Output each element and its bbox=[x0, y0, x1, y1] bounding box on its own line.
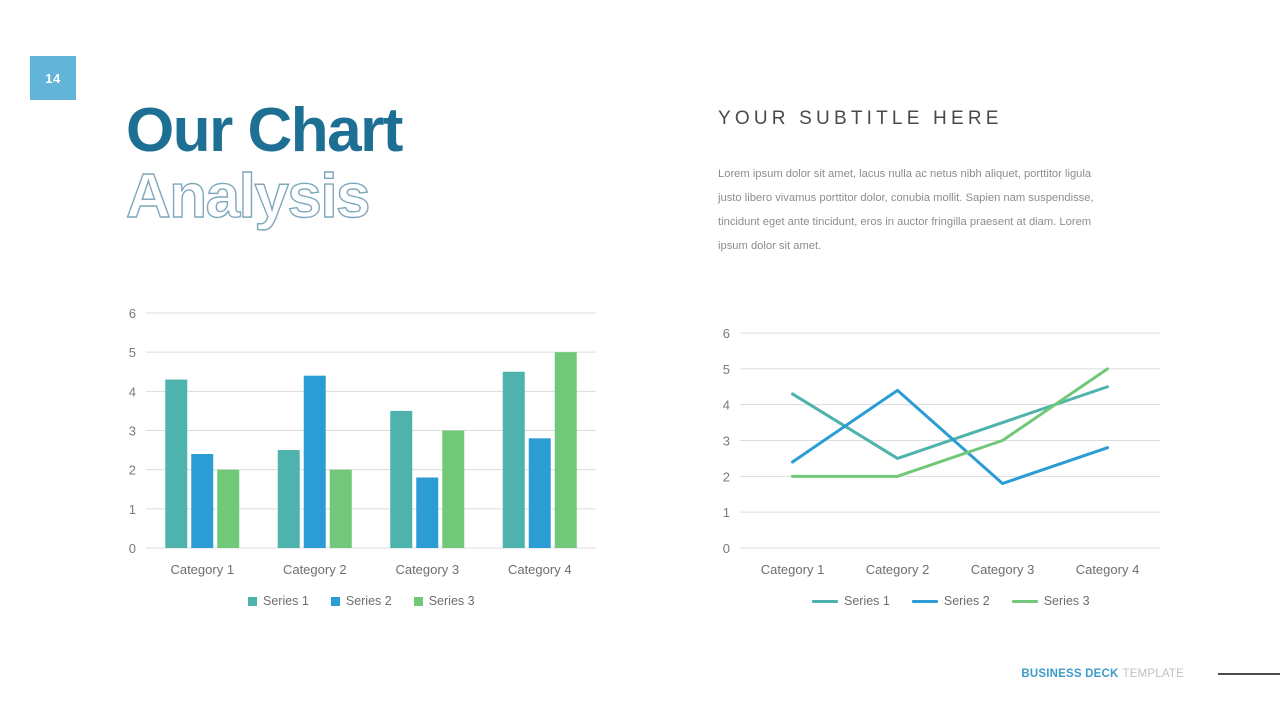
footer-template-label: TEMPLATE bbox=[1122, 668, 1184, 680]
y-axis-tick-label: 0 bbox=[129, 541, 136, 556]
subtitle-body-text: Lorem ipsum dolor sit amet, lacus nulla … bbox=[718, 168, 1094, 253]
y-axis-tick-label: 6 bbox=[129, 306, 136, 321]
title-block: Our Chart Analysis bbox=[125, 96, 403, 231]
legend-swatch-icon bbox=[330, 596, 340, 606]
footer-brand-label: BUSINESS DECK bbox=[1021, 668, 1119, 680]
x-axis-category-label: Category 4 bbox=[508, 562, 572, 577]
bar bbox=[165, 379, 188, 548]
page-title: Our Chart bbox=[126, 96, 403, 165]
y-axis-tick-label: 5 bbox=[723, 362, 730, 377]
page-title-outline: Analysis bbox=[125, 162, 371, 231]
bar bbox=[416, 477, 439, 548]
page-number-label: 14 bbox=[45, 70, 61, 86]
legend-item: Series 2 bbox=[330, 594, 392, 608]
bar bbox=[191, 454, 214, 548]
bar bbox=[277, 450, 300, 548]
slide-canvas: 14 Our Chart Analysis YOUR SUBTITLE HERE… bbox=[0, 0, 1280, 720]
bar-chart: 0 1 2 3 4 5 6 Category 1 Category 2 Category 3 Cat… bbox=[112, 305, 602, 590]
x-axis-category-label: Category 1 bbox=[170, 562, 234, 577]
legend-label: Series 2 bbox=[943, 594, 990, 608]
legend-swatch-icon bbox=[413, 596, 423, 606]
x-axis-category-label: Category 3 bbox=[971, 562, 1035, 577]
legend-item: Series 1 bbox=[248, 594, 309, 608]
legend-item: Series 1 bbox=[812, 594, 890, 608]
legend-swatch-icon bbox=[248, 596, 257, 606]
subtitle-block: YOUR SUBTITLE HERE Lorem ipsum dolor sit… bbox=[718, 108, 1118, 258]
legend-label: Series 3 bbox=[428, 594, 475, 608]
x-axis-category-label: Category 2 bbox=[283, 562, 347, 577]
x-axis-category-label: Category 2 bbox=[866, 562, 930, 577]
x-axis-category-label: Category 1 bbox=[761, 562, 825, 577]
legend-label: Series 1 bbox=[263, 594, 309, 608]
page-number-badge: 14 bbox=[30, 56, 76, 100]
y-axis-tick-label: 6 bbox=[723, 326, 730, 341]
bar-chart-svg: 0 1 2 3 4 5 6 Category 1 Category 2 Category 3 Cat… bbox=[129, 306, 596, 577]
y-axis-tick-label: 0 bbox=[723, 541, 730, 556]
y-axis-tick-label: 4 bbox=[723, 398, 730, 413]
y-axis-tick-label: 1 bbox=[129, 502, 136, 517]
legend-item: Series 3 bbox=[413, 594, 475, 608]
footer-divider bbox=[1218, 673, 1280, 675]
y-axis-tick-label: 2 bbox=[129, 463, 136, 478]
data-line bbox=[791, 385, 1109, 460]
bar bbox=[217, 469, 240, 548]
y-axis-tick-label: 3 bbox=[129, 424, 136, 439]
bar bbox=[554, 352, 577, 548]
bar bbox=[329, 469, 352, 548]
legend-line-icon bbox=[1011, 599, 1038, 603]
x-axis-category-label: Category 4 bbox=[1076, 562, 1140, 577]
y-axis-tick-label: 1 bbox=[723, 505, 730, 520]
legend-line-icon bbox=[911, 599, 938, 603]
footer: BUSINESS DECK TEMPLATE bbox=[1021, 668, 1280, 680]
y-axis-tick-label: 5 bbox=[129, 345, 136, 360]
y-axis-tick-label: 4 bbox=[129, 384, 136, 399]
bar bbox=[502, 371, 525, 548]
line-chart-legend: Series 1 Series 2 Series 3 bbox=[812, 594, 1090, 608]
line-chart: 0 1 2 3 4 5 6 Category 1 Category 2 Category 3 Cat… bbox=[706, 325, 1166, 590]
x-axis-category-label: Category 3 bbox=[395, 562, 459, 577]
bar bbox=[390, 410, 413, 548]
y-axis-tick-label: 3 bbox=[723, 434, 730, 449]
bar bbox=[303, 375, 326, 548]
legend-item: Series 3 bbox=[1011, 594, 1090, 608]
line-chart-svg: 0 1 2 3 4 5 6 Category 1 Category 2 Category 3 Cat… bbox=[723, 326, 1160, 577]
legend-label: Series 2 bbox=[345, 594, 392, 608]
subtitle-heading: YOUR SUBTITLE HERE bbox=[718, 108, 1003, 129]
legend-item: Series 2 bbox=[911, 594, 990, 608]
legend-label: Series 3 bbox=[1043, 594, 1090, 608]
legend-line-icon bbox=[812, 599, 838, 603]
bar bbox=[528, 438, 551, 548]
bar bbox=[442, 430, 465, 548]
y-axis-tick-label: 2 bbox=[723, 469, 730, 484]
bar-chart-legend: Series 1 Series 2 Series 3 bbox=[248, 594, 475, 608]
legend-label: Series 1 bbox=[844, 594, 890, 608]
